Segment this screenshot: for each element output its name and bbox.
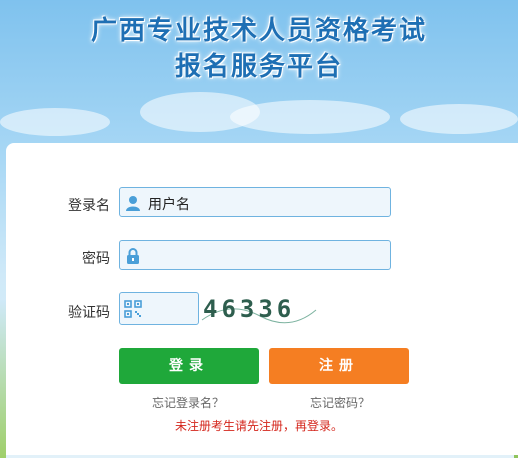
qr-icon [124, 300, 142, 318]
username-input[interactable]: 用户名 [119, 187, 391, 217]
username-value: 用户名 [148, 197, 190, 213]
user-icon [126, 196, 140, 211]
lock-icon [127, 248, 139, 264]
username-label: 登录名 [68, 198, 110, 214]
cloud-decoration [230, 100, 390, 134]
captcha-label: 验证码 [68, 305, 110, 321]
cloud-decoration [0, 108, 110, 136]
captcha-image[interactable]: 46336 [200, 290, 318, 326]
password-input[interactable] [119, 240, 391, 270]
register-button[interactable]: 注册 [269, 348, 409, 384]
page-title-line-2: 报名服务平台 [174, 52, 343, 82]
svg-text:46336: 46336 [203, 295, 295, 323]
header-banner: 广西专业技术人员资格考试 报名服务平台 [0, 0, 518, 140]
cloud-decoration [400, 104, 518, 134]
captcha-input[interactable] [119, 292, 199, 325]
forgot-password-link[interactable]: 忘记密码？ [310, 394, 370, 411]
login-button[interactable]: 登录 [119, 348, 259, 384]
page-title-line-1: 广西专业技术人员资格考试 [90, 16, 427, 46]
password-label: 密码 [82, 251, 110, 267]
forgot-username-link[interactable]: 忘记登录名？ [152, 394, 224, 411]
register-notice: 未注册考生请先注册，再登录。 [174, 419, 343, 433]
